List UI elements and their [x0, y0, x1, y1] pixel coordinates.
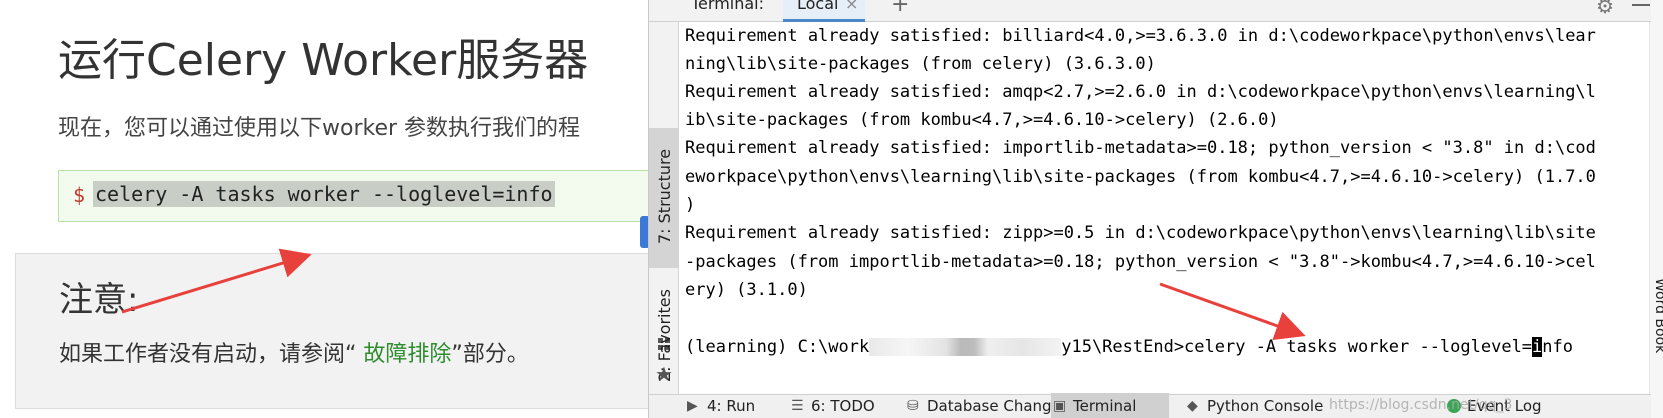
note-text: 如果工作者没有启动，请参阅“ 故障排除”部分。 — [59, 336, 529, 368]
note-text-after: ”部分。 — [451, 342, 529, 367]
prompt-command-end: nfo — [1542, 337, 1574, 357]
terminal-tabbar: Terminal: Local × + ⚙ — [649, 0, 1663, 22]
run-tab-label: 4: Run — [707, 397, 756, 415]
text-cursor: i — [1532, 337, 1543, 357]
prompt-prefix: (learning) C:\work — [685, 337, 870, 357]
python-icon: ◆ — [1187, 398, 1198, 414]
console-line: ib\site-packages (from kombu<4.7,>=4.6.1… — [685, 110, 1279, 130]
right-toolwindow-strip — [1651, 0, 1663, 418]
terminal-output[interactable]: Requirement already satisfied: billiard<… — [685, 22, 1645, 394]
terminal-icon: ▣ — [1053, 398, 1067, 414]
terminal-label: Terminal: — [691, 0, 765, 13]
console-line: Requirement already satisfied: billiard<… — [685, 26, 1596, 46]
structure-label: 7: Structure — [655, 148, 674, 244]
todo-tab-label: 6: TODO — [811, 397, 875, 415]
watermark: https://blog.csdn.net/qq_3 — [1329, 397, 1513, 413]
database-icon: ⛁ — [907, 398, 919, 414]
doc-page: 运行Celery Worker服务器 现在，您可以通过使用以下worker 参数… — [0, 0, 678, 418]
tab-local[interactable]: Local × — [783, 0, 865, 22]
minimize-icon[interactable] — [1632, 4, 1650, 6]
database-changes-tab[interactable]: ⛁ Database Changes — [905, 393, 1069, 418]
list-icon: ☰ — [791, 398, 804, 414]
page-title: 运行Celery Worker服务器 — [58, 35, 589, 86]
console-line: Requirement already satisfied: amqp<2.7,… — [685, 82, 1596, 102]
console-line: eworkpace\python\envs\learning\lib\site-… — [685, 167, 1596, 187]
database-tab-label: Database Changes — [927, 397, 1069, 415]
star-icon[interactable]: ★ — [655, 362, 673, 386]
redacted-path — [869, 338, 1062, 356]
tab-local-label: Local — [797, 0, 839, 13]
note-box: 注意: 如果工作者没有启动，请参阅“ 故障排除”部分。 — [15, 253, 675, 409]
close-icon[interactable]: × — [845, 0, 858, 13]
left-toolwindow-strip: 7: Structure 2: Favorites ★ — [649, 22, 679, 394]
play-icon: ▶ — [687, 398, 698, 414]
structure-toolwindow-tab[interactable]: 7: Structure — [649, 128, 679, 350]
add-tab-icon[interactable]: + — [891, 0, 909, 17]
bottom-toolwindow-bar: ▶ 4: Run ☰ 6: TODO ⛁ Database Changes ▣ Term… — [649, 393, 1663, 418]
terminal-tab-label: Terminal — [1073, 397, 1137, 415]
ide-window: Terminal: Local × + ⚙ 7: Structure 2: Fa… — [648, 0, 1663, 418]
word-book-tab[interactable]: Word Book — [1652, 278, 1663, 353]
console-line: Requirement already satisfied: importlib… — [685, 138, 1596, 158]
shell-prompt: $ — [73, 183, 86, 207]
troubleshooting-link[interactable]: 故障排除 — [363, 342, 451, 367]
command-prompt-line[interactable]: (learning) C:\work y15\RestEnd>celery -A … — [685, 333, 1573, 361]
console-line: ning\lib\site-packages (from celery) (3.… — [685, 54, 1156, 74]
console-line: Requirement already satisfied: zipp>=0.5… — [685, 223, 1596, 243]
code-block: $ celery -A tasks worker --loglevel=info — [58, 170, 678, 222]
intro-text: 现在，您可以通过使用以下worker 参数执行我们的程 — [58, 116, 581, 141]
prompt-command: y15\RestEnd>celery -A tasks worker --log… — [1061, 337, 1533, 357]
console-line: ) — [685, 195, 696, 215]
note-title: 注意: — [59, 280, 139, 320]
python-console-label: Python Console — [1207, 397, 1324, 415]
python-console-tab[interactable]: ◆ Python Console — [1185, 393, 1323, 418]
console-line: ery) (3.1.0) — [685, 280, 808, 300]
gear-icon[interactable]: ⚙ — [1596, 0, 1614, 18]
run-tab[interactable]: ▶ 4: Run — [685, 393, 755, 418]
console-line: -packages (from importlib-metadata>=0.18… — [685, 252, 1596, 272]
note-text-before: 如果工作者没有启动，请参阅“ — [59, 342, 364, 367]
code-command[interactable]: celery -A tasks worker --loglevel=info — [93, 181, 555, 207]
todo-tab[interactable]: ☰ 6: TODO — [789, 393, 875, 418]
terminal-tab[interactable]: ▣ Terminal — [1051, 393, 1169, 418]
